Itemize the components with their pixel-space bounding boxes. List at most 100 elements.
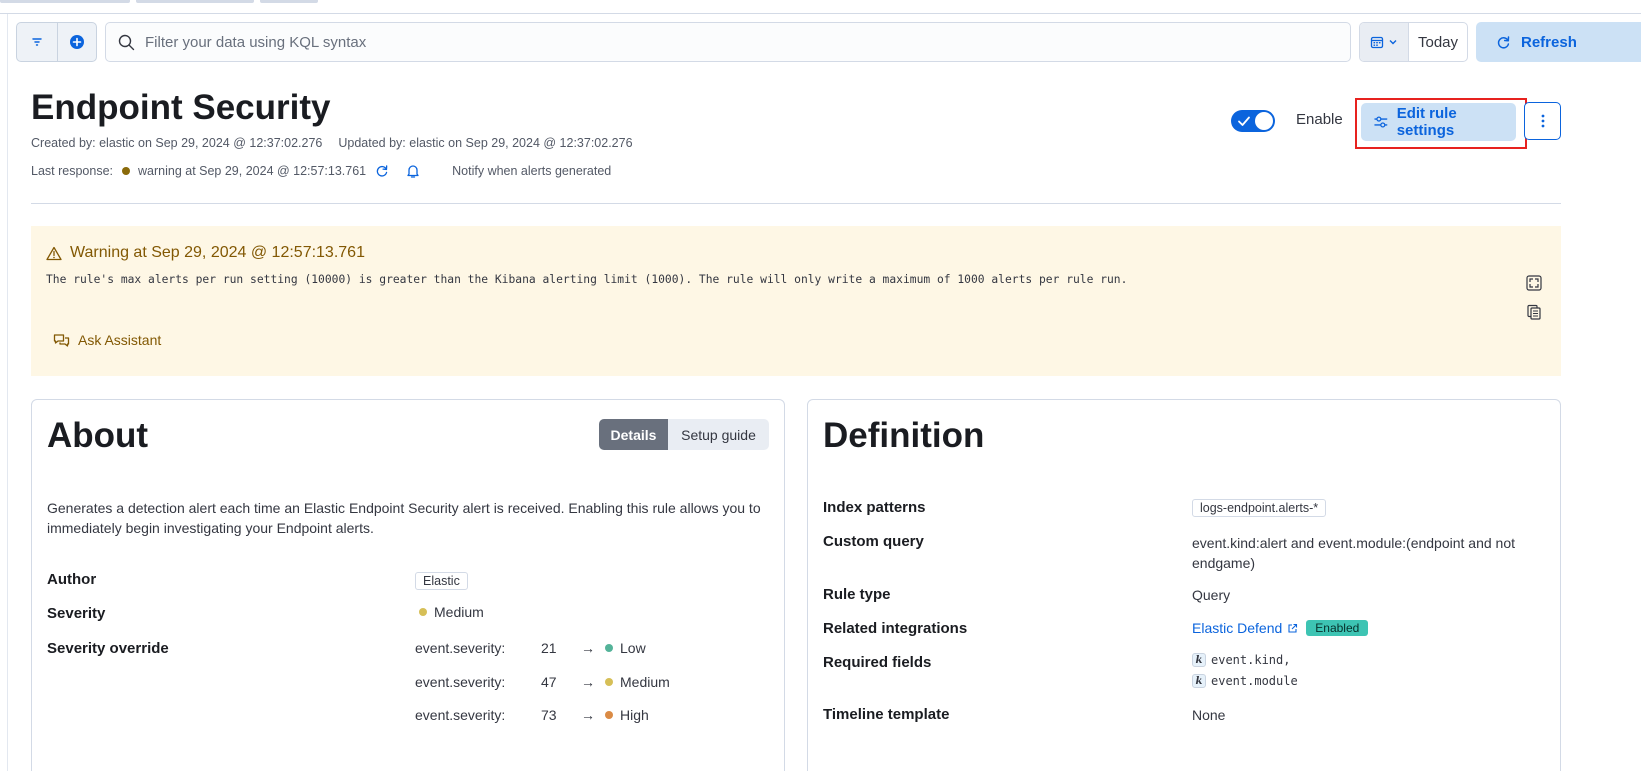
rule-meta-info: Created by: elastic on Sep 29, 2024 @ 12… [31,136,633,150]
severity-override-row: event.severity: 73 → High [415,707,649,723]
search-icon [118,34,135,50]
bell-icon[interactable] [405,163,421,179]
copy-clipboard-icon[interactable] [1526,303,1542,320]
related-integrations-label: Related integrations [823,620,968,637]
override-field: event.severity: [415,674,506,690]
override-field: event.severity: [415,640,506,656]
filter-icon [32,38,42,46]
arrow-right-icon: → [581,640,595,656]
related-integrations-value: Elastic Defend Enabled [1192,620,1369,636]
definition-title: Definition [823,416,985,455]
external-link-icon [1288,623,1298,633]
required-fields-value: k event.kind, k event.module [1192,653,1298,688]
custom-query-value: event.kind:alert and event.module:(endpo… [1192,535,1516,571]
kebab-menu-icon [1541,114,1544,128]
severity-label: Severity [47,605,106,622]
search-input[interactable] [145,33,1295,51]
left-border [7,14,8,771]
calendar-icon [1370,36,1384,49]
severity-dot [605,711,613,719]
override-level: High [620,707,649,723]
author-label: Author [47,571,97,588]
severity-dot [605,644,613,652]
custom-query-label: Custom query [823,533,924,550]
severity-text: Medium [434,604,484,620]
chat-icon [53,333,70,347]
severity-value: Medium [419,604,484,620]
refresh-icon [1497,35,1510,48]
author-value: Elastic [415,572,468,590]
check-icon [1238,116,1250,126]
refresh-button[interactable]: Refresh [1476,22,1641,62]
rule-type-value: Query [1192,587,1231,603]
required-field-item: k event.module [1192,674,1298,688]
integration-link[interactable]: Elastic Defend [1192,620,1282,636]
warning-callout: Warning at Sep 29, 2024 @ 12:57:13.761 T… [31,226,1561,376]
last-response-value: warning at Sep 29, 2024 @ 12:57:13.761 [138,164,367,178]
timeline-template-label: Timeline template [823,706,950,723]
fullscreen-icon[interactable] [1526,275,1542,291]
created-by-text: Created by: elastic on Sep 29, 2024 @ 12… [31,136,323,150]
edit-rule-settings-button[interactable]: Edit rule settings [1361,103,1516,141]
tab-details[interactable]: Details [599,419,668,450]
date-picker: Today [1359,22,1468,62]
severity-override-row: event.severity: 47 → Medium [415,674,670,690]
about-title: About [47,416,149,455]
warning-title: Warning at Sep 29, 2024 @ 12:57:13.761 [70,244,365,261]
keyword-type-icon: k [1192,674,1206,688]
enable-rule-switch[interactable] [1231,110,1275,132]
integration-status-badge: Enabled [1306,620,1369,636]
status-dot [122,167,130,175]
enable-label: Enable [1296,111,1343,128]
author-badge: Elastic [415,572,468,590]
severity-dot [605,678,613,686]
edit-rule-settings-label: Edit rule settings [1396,105,1457,139]
index-pattern-badge: logs-endpoint.alerts-* [1192,499,1327,517]
definition-panel: Definition Index patterns logs-endpoint.… [807,399,1561,771]
keyword-type-icon: k [1192,653,1206,667]
top-tab-strip [0,0,1641,14]
plus-circle-icon [69,35,84,49]
kql-search-field[interactable] [105,22,1351,62]
quick-date-menu-button[interactable] [1360,23,1409,61]
required-field-item: k event.kind, [1192,653,1298,667]
override-level: Medium [620,674,670,690]
chevron-down-icon [1389,40,1397,45]
switch-knob [1255,112,1273,130]
severity-dot [419,608,427,616]
tab-setup-guide[interactable]: Setup guide [668,419,769,450]
refresh-icon[interactable] [375,164,389,178]
date-range-today[interactable]: Today [1409,23,1467,61]
add-filter-button[interactable] [56,23,97,61]
arrow-right-icon: → [581,707,595,723]
arrow-right-icon: → [581,674,595,690]
controls-icon [1374,116,1388,128]
about-panel: About Details Setup guide Generates a de… [31,399,785,771]
last-response-label: Last response: [31,164,113,178]
tab-fragment [260,0,318,3]
header-divider [31,203,1561,204]
ask-assistant-button[interactable]: Ask Assistant [53,332,161,348]
filter-menu-button[interactable] [17,23,57,61]
required-fields-label: Required fields [823,654,932,671]
more-actions-button[interactable] [1524,102,1561,140]
severity-override-row: event.severity: 21 → Low [415,640,646,656]
override-value: 73 [541,707,557,723]
override-value: 21 [541,640,557,656]
page-title: Endpoint Security [31,88,331,127]
severity-override-label: Severity override [47,640,169,657]
warning-message: The rule's max alerts per run setting (1… [46,273,1128,286]
query-bar: Today Refresh [16,22,1641,62]
filter-button-group [16,22,97,62]
rule-description: Generates a detection alert each time an… [47,500,761,536]
tab-fragment [136,0,254,3]
override-field: event.severity: [415,707,506,723]
ask-assistant-label: Ask Assistant [78,332,162,348]
notify-text: Notify when alerts generated [452,164,612,178]
index-patterns-label: Index patterns [823,499,926,516]
required-field-name: event.kind, [1211,653,1291,667]
override-value: 47 [541,674,557,690]
override-level: Low [620,640,646,656]
index-patterns-value: logs-endpoint.alerts-* [1192,499,1327,517]
tab-fragment [0,0,130,3]
